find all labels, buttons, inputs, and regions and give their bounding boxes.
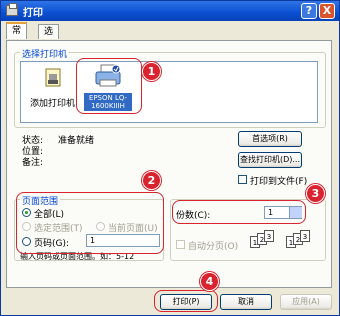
title-bar: 打印 ? X — [1, 1, 339, 21]
print-to-file-label[interactable]: 打印到文件(F) — [250, 174, 307, 187]
window-title: 打印 — [23, 8, 43, 19]
add-printer-label[interactable]: 添加打印机 — [30, 96, 75, 109]
annotation-marker-2: 2 — [142, 171, 161, 190]
cancel-button[interactable]: 取消 — [220, 294, 272, 310]
print-to-file-checkbox[interactable] — [238, 175, 247, 184]
status-value: 准备就绪 — [58, 136, 95, 146]
collate-page-icon: 3 — [264, 230, 274, 242]
apply-button[interactable]: 应用(A) — [280, 294, 332, 310]
collate-page-icon: 3 — [300, 230, 310, 242]
add-printer-icon[interactable] — [44, 68, 64, 90]
find-printer-button[interactable]: 查找打印机(D)... — [238, 152, 302, 168]
annotation-marker-1: 1 — [142, 62, 161, 81]
collate-label[interactable]: 自动分页(O) — [188, 239, 238, 252]
help-button[interactable]: ? — [301, 3, 317, 19]
annotation-outline-copies — [172, 200, 306, 224]
select-printer-label: 选择打印机 — [20, 47, 70, 60]
annotation-outline-page-range — [16, 192, 164, 254]
tab-general[interactable]: 常规 — [6, 22, 28, 51]
preferences-button[interactable]: 首选项(R) — [238, 131, 302, 147]
annotation-outline-print — [154, 290, 218, 312]
collate-checkbox[interactable] — [176, 240, 185, 249]
annotation-marker-4: 4 — [200, 272, 219, 291]
close-button[interactable]: X — [319, 3, 335, 19]
annotation-outline-printer — [76, 58, 142, 114]
printer-list[interactable] — [20, 61, 318, 123]
annotation-marker-3: 3 — [306, 184, 325, 203]
tab-options[interactable]: 选项 — [38, 24, 60, 52]
comment-label: 备注: — [22, 158, 44, 168]
printer-title-icon — [6, 3, 18, 16]
